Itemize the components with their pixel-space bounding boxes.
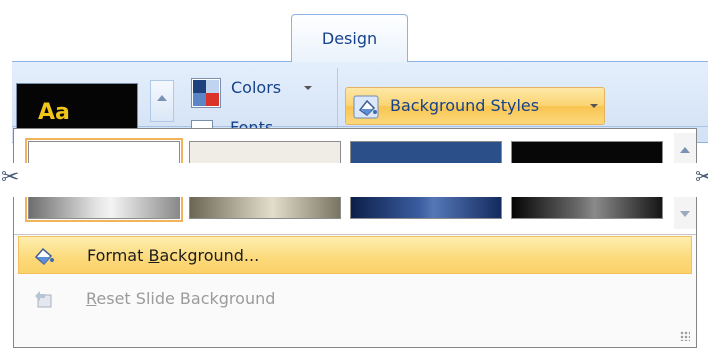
chevron-up-icon (157, 95, 167, 101)
scroll-up-icon[interactable] (680, 147, 690, 153)
cut-strip (0, 163, 708, 197)
background-styles-label: Background Styles (390, 96, 540, 115)
colors-icon (191, 78, 221, 108)
reset-slide-background-menu-item[interactable]: Reset Slide Background (18, 280, 692, 318)
chevron-down-icon (304, 86, 312, 90)
reset-slide-background-label: Reset Slide Background (86, 289, 276, 308)
chevron-down-icon (590, 104, 598, 108)
background-styles-button[interactable]: Background Styles (345, 87, 605, 125)
paint-bucket-icon (353, 95, 379, 119)
background-styles-dropdown: Format Background... Reset Slide Backgro… (13, 128, 697, 348)
scissors-icon: ✂ (695, 165, 708, 190)
scroll-down-icon[interactable] (680, 211, 690, 217)
resize-grip-icon[interactable] (680, 331, 690, 341)
theme-gallery-scroll-up[interactable] (150, 80, 174, 122)
colors-button[interactable]: Colors (231, 78, 281, 97)
theme-preview-text: Aa (38, 100, 70, 125)
format-background-label: Format Background... (87, 246, 260, 265)
tab-design[interactable]: Design (291, 14, 408, 62)
reset-icon (35, 291, 52, 308)
format-background-menu-item[interactable]: Format Background... (18, 236, 692, 274)
scissors-icon: ✂ (1, 165, 20, 190)
paint-bucket-icon (34, 247, 54, 266)
